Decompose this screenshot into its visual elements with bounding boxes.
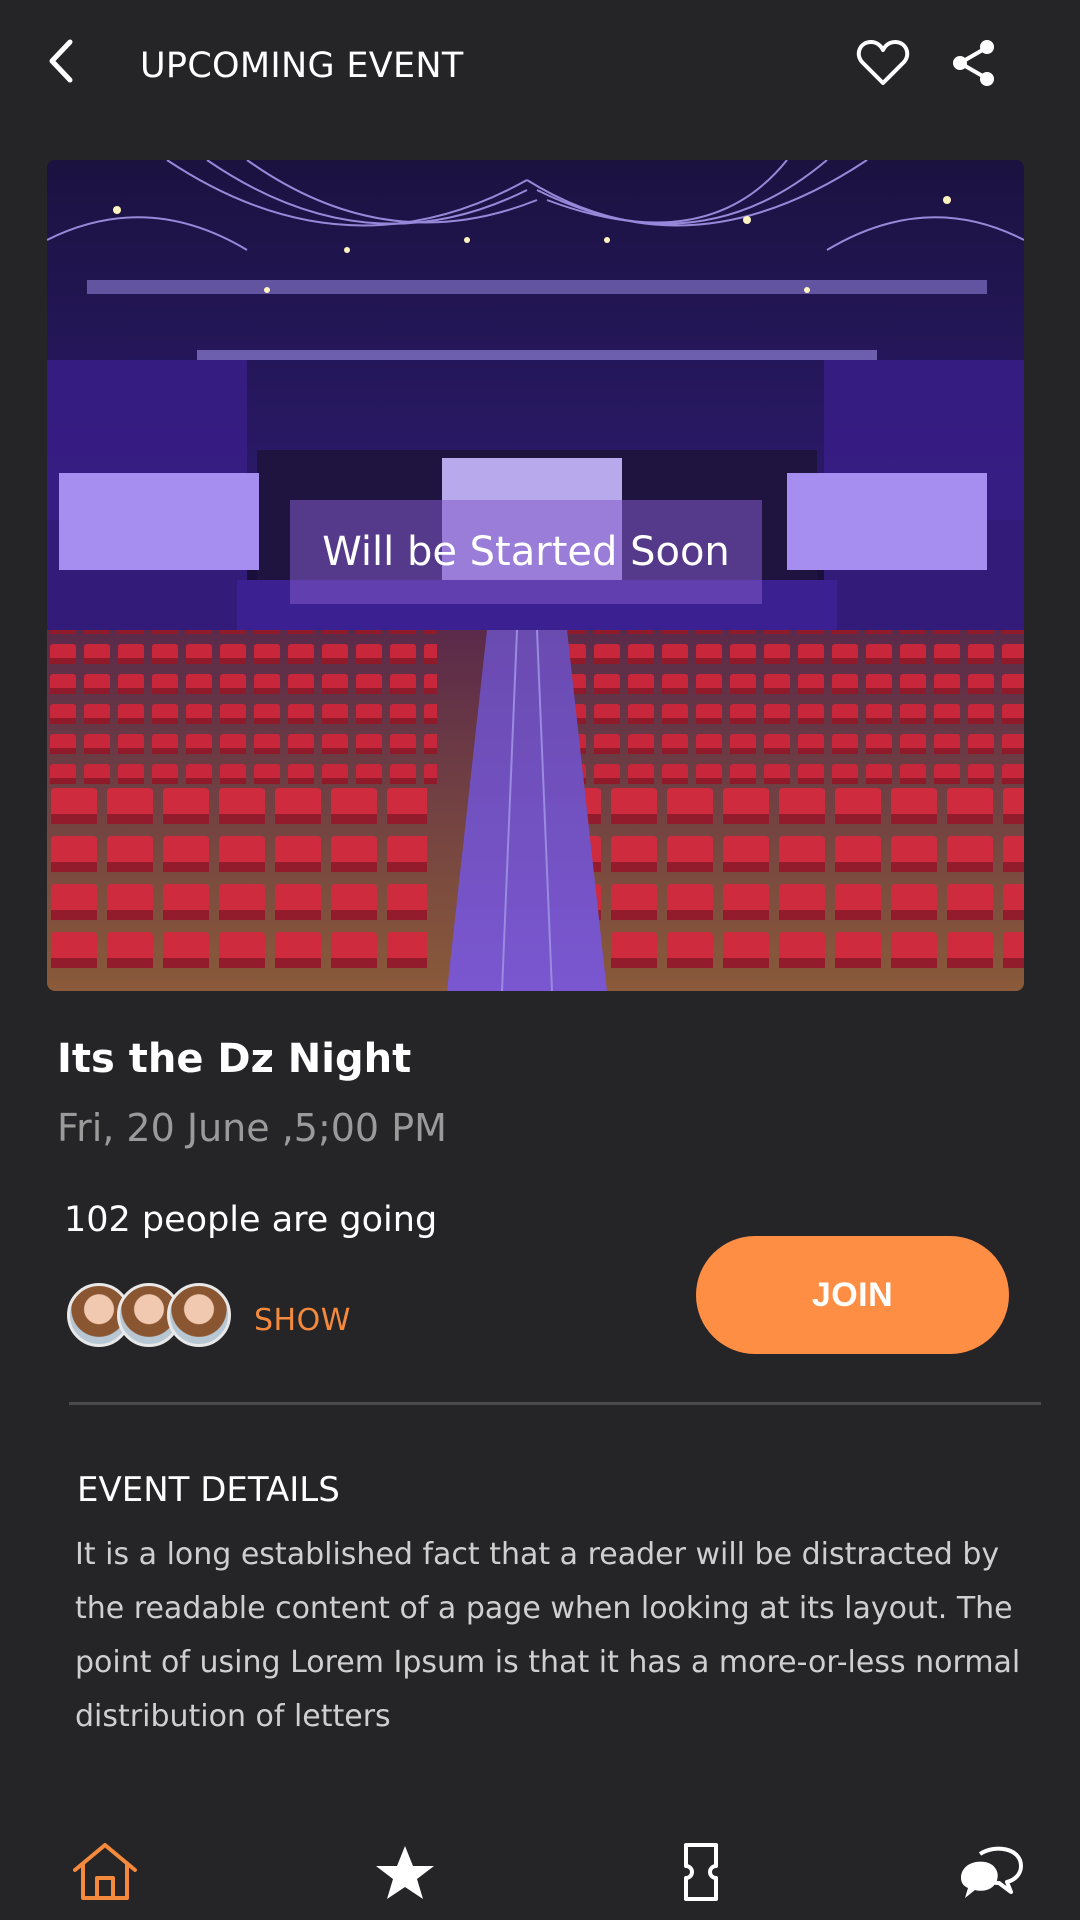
share-button[interactable] [950, 38, 998, 88]
star-icon [376, 1846, 434, 1899]
back-button[interactable] [40, 36, 90, 86]
event-details-heading: EVENT DETAILS [77, 1470, 340, 1510]
favorite-button[interactable] [856, 38, 910, 88]
nav-chat[interactable] [955, 1840, 1025, 1904]
event-details-text: It is a long established fact that a rea… [75, 1537, 1021, 1734]
attendee-count: 102 people are going [64, 1200, 438, 1240]
divider [69, 1402, 1041, 1405]
event-date: Fri, 20 June ,5;00 PM [57, 1106, 447, 1150]
ticket-icon [684, 1843, 718, 1901]
bottom-navigation [0, 1820, 1080, 1920]
page-title: UPCOMING EVENT [140, 46, 464, 86]
avatar [167, 1283, 231, 1347]
event-hero-image: Will be Started Soon [47, 160, 1024, 991]
nav-favorites[interactable] [370, 1840, 440, 1904]
chevron-left-icon [49, 39, 73, 83]
nav-tickets[interactable] [666, 1840, 736, 1904]
share-icon [953, 40, 994, 86]
chat-icon [961, 1846, 1023, 1898]
nav-home[interactable] [70, 1840, 140, 1904]
show-attendees-link[interactable]: SHOW [254, 1303, 351, 1338]
join-button[interactable]: JOIN [696, 1236, 1009, 1354]
app-header: UPCOMING EVENT [0, 0, 1080, 140]
home-icon [73, 1843, 137, 1900]
heart-icon [856, 40, 910, 85]
start-status-banner: Will be Started Soon [290, 500, 762, 604]
event-title: Its the Dz Night [57, 1036, 412, 1082]
attendee-avatars[interactable] [67, 1283, 231, 1349]
